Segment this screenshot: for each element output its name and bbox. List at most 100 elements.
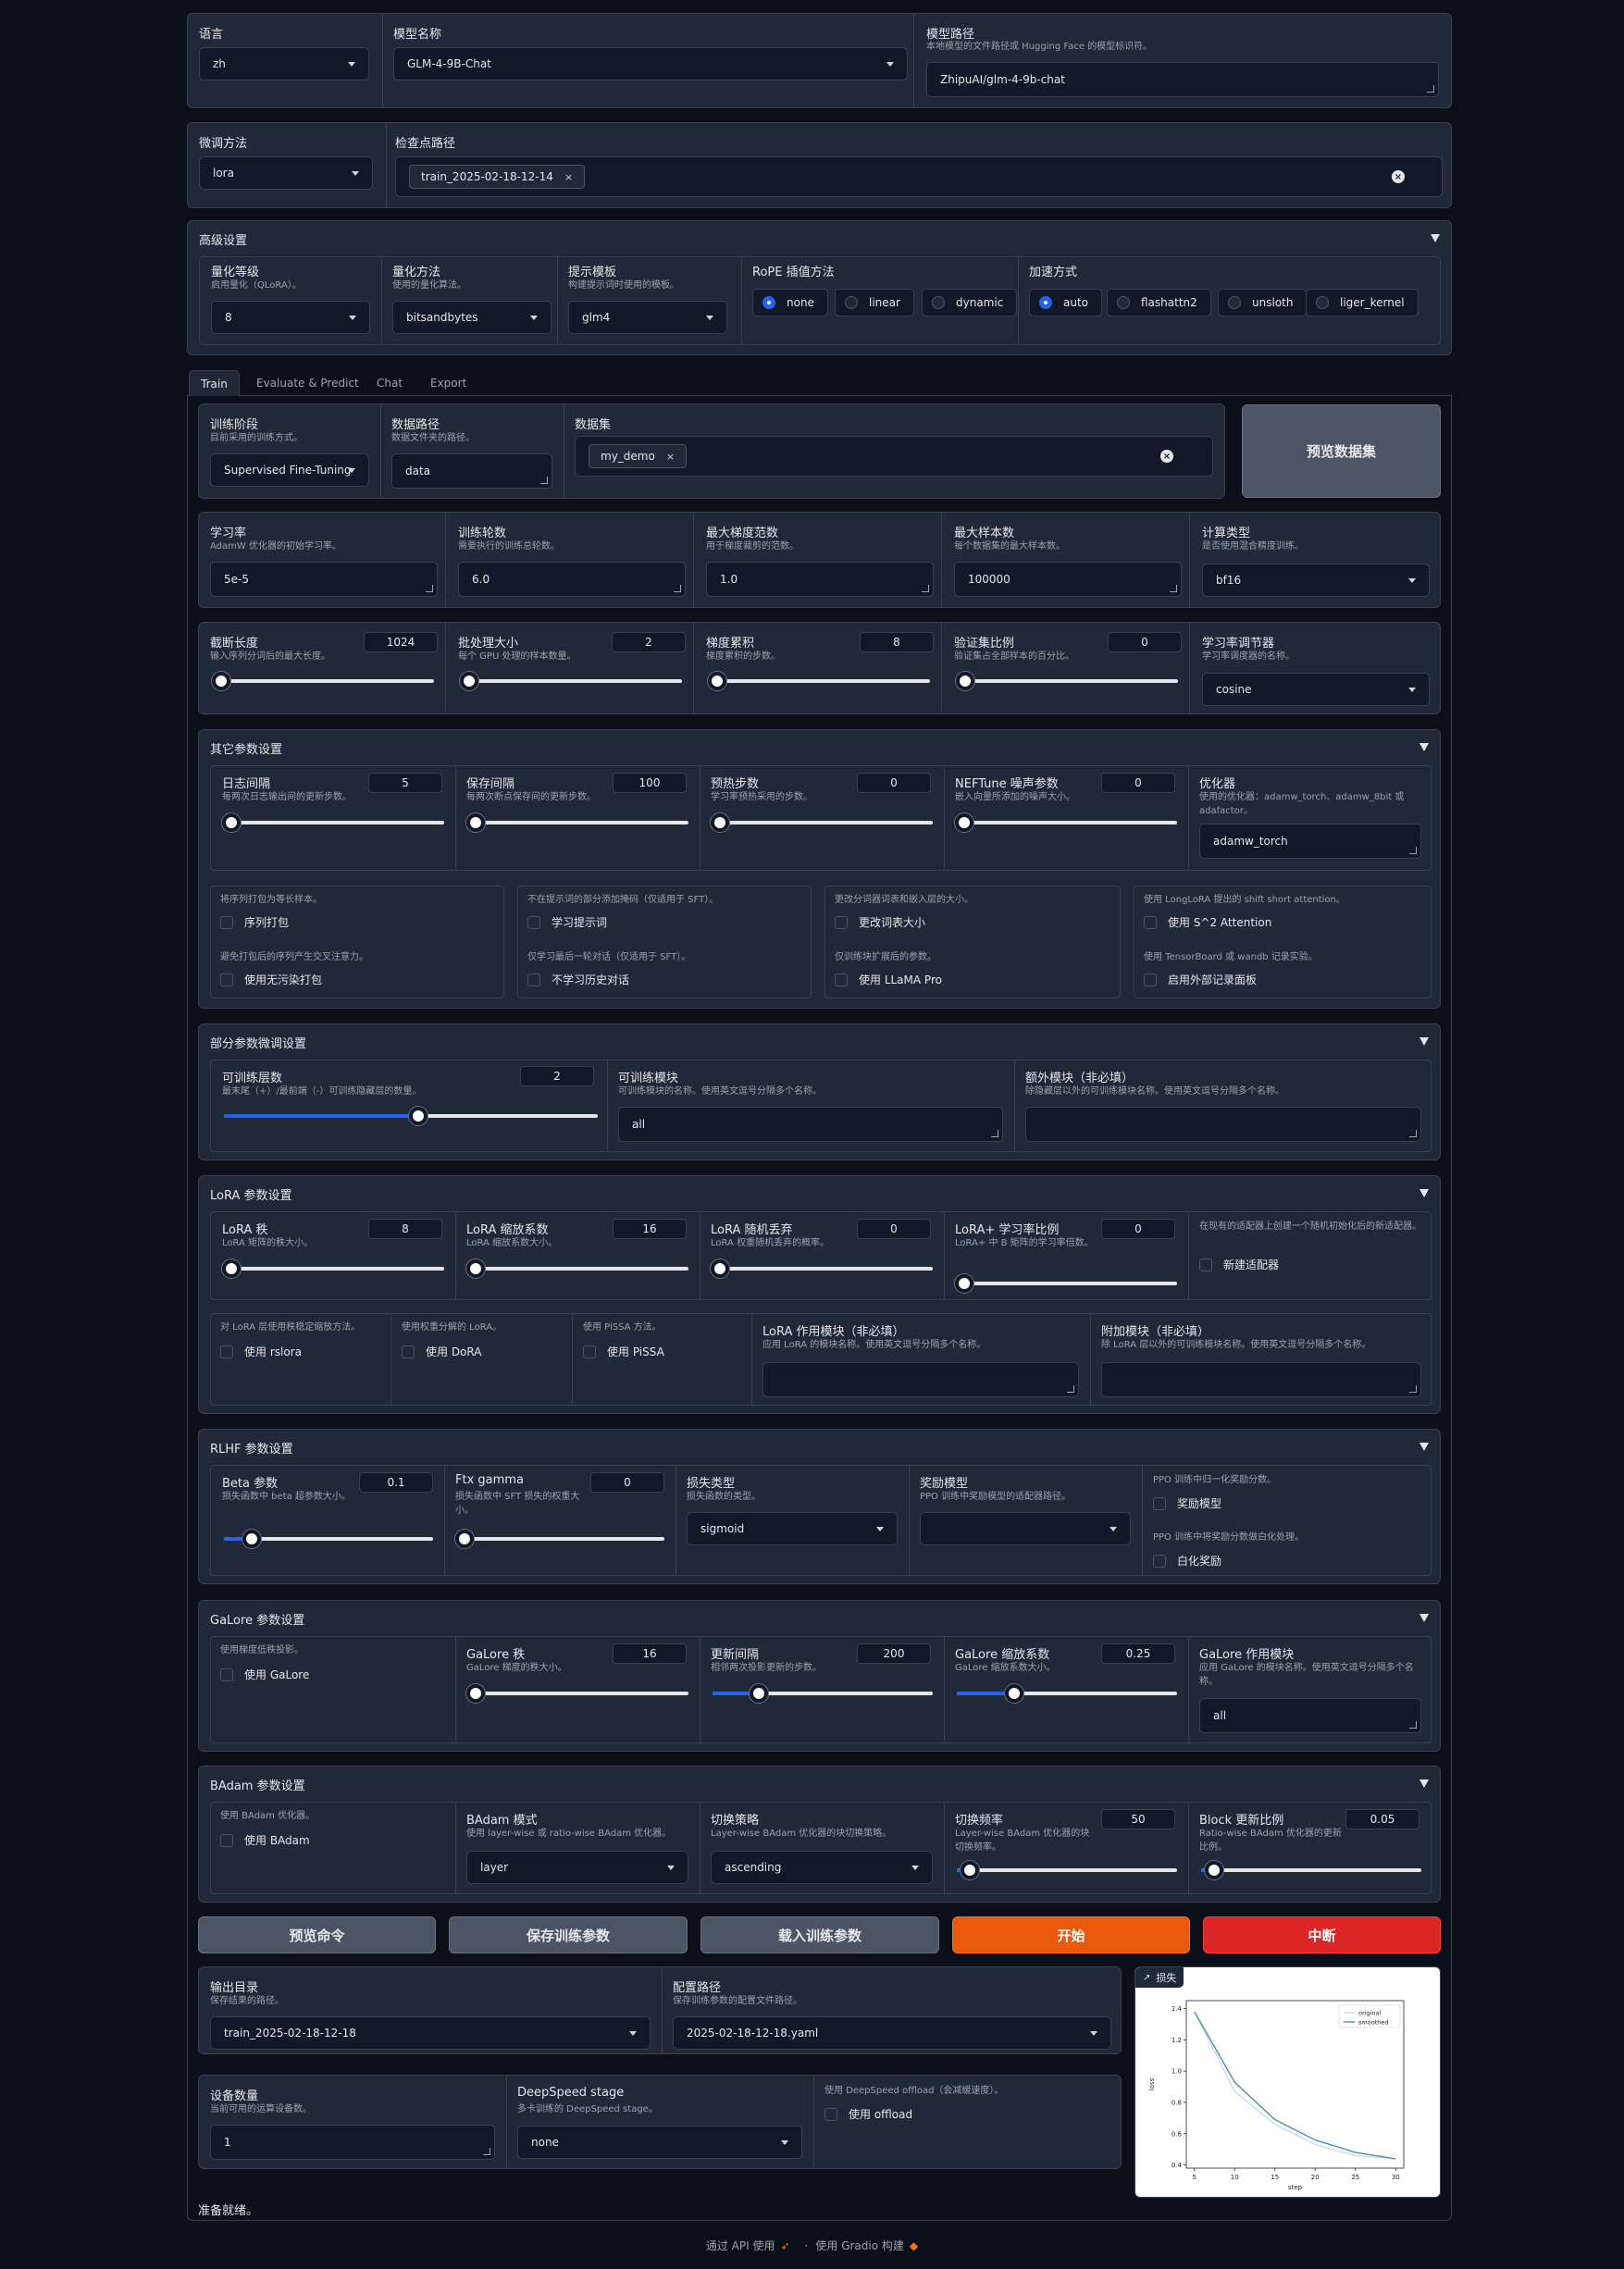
beta-number[interactable]: 0.1 xyxy=(359,1472,433,1493)
packing-checkbox[interactable]: 序列打包 xyxy=(220,914,289,930)
warmup-steps-thumb[interactable] xyxy=(711,813,729,832)
lora-dropout-number[interactable]: 0 xyxy=(857,1219,931,1239)
report-to-checkbox[interactable]: 启用外部记录面板 xyxy=(1144,972,1257,987)
booster-option-flashattn2[interactable]: flashattn2 xyxy=(1107,289,1211,316)
val-size-number[interactable]: 0 xyxy=(1108,632,1182,652)
neftune-track[interactable] xyxy=(957,821,1177,825)
max-grad-norm-input[interactable]: 1.0 xyxy=(706,562,934,597)
dora-checkbox[interactable]: 使用 DoRA xyxy=(402,1344,481,1359)
quant-method-select[interactable]: bitsandbytes xyxy=(392,301,552,334)
loss-type-select[interactable]: sigmoid xyxy=(687,1512,898,1545)
built-with-gradio-link[interactable]: 使用 Gradio 构建 xyxy=(815,2238,904,2253)
ds-stage-select[interactable]: none xyxy=(517,2126,802,2159)
model-name-select[interactable]: GLM-4-9B-Chat xyxy=(393,47,908,81)
ftx-track[interactable] xyxy=(457,1537,664,1541)
output-dir-select[interactable]: train_2025-02-18-12-18 xyxy=(210,2016,651,2050)
template-select[interactable]: glm4 xyxy=(568,301,727,334)
lora-dropout-track[interactable] xyxy=(713,1267,933,1271)
resize-vocab-checkbox[interactable]: 更改词表大小 xyxy=(835,914,925,930)
warmup-steps-track[interactable] xyxy=(713,821,933,825)
ds-offload-checkbox[interactable]: 使用 offload xyxy=(824,2106,912,2122)
badam-update-ratio-thumb[interactable] xyxy=(1205,1861,1223,1879)
remove-chip-icon[interactable]: × xyxy=(666,451,675,463)
new-adapter-checkbox[interactable]: 新建适配器 xyxy=(1199,1257,1279,1272)
grad-accum-thumb[interactable] xyxy=(708,672,726,690)
cutoff-len-number[interactable]: 1024 xyxy=(364,632,438,652)
collapse-icon[interactable] xyxy=(1419,1614,1429,1622)
ftx-thumb[interactable] xyxy=(455,1530,474,1548)
ftx-number[interactable]: 0 xyxy=(590,1472,664,1493)
model-path-input[interactable]: ZhipuAI/glm-4-9b-chat xyxy=(926,62,1439,97)
beta-thumb[interactable] xyxy=(242,1530,261,1548)
save-steps-track[interactable] xyxy=(468,821,688,825)
neat-packing-checkbox[interactable]: 使用无污染打包 xyxy=(220,972,322,987)
neftune-thumb[interactable] xyxy=(955,813,973,832)
freeze-layers-number[interactable]: 2 xyxy=(520,1066,594,1086)
checkpoint-chip[interactable]: train_2025-02-18-12-14 × xyxy=(409,165,586,189)
freeze-layers-thumb[interactable] xyxy=(409,1107,428,1125)
badam-switch-interval-track[interactable] xyxy=(957,1868,1177,1872)
cutoff-len-track[interactable] xyxy=(212,679,434,683)
language-select[interactable]: zh xyxy=(199,47,369,81)
lora-alpha-thumb[interactable] xyxy=(466,1259,485,1278)
booster-option-auto[interactable]: auto xyxy=(1029,289,1103,316)
lora-alpha-track[interactable] xyxy=(468,1267,688,1271)
remove-chip-icon[interactable]: × xyxy=(564,171,573,183)
badam-switch-mode-select[interactable]: ascending xyxy=(711,1851,933,1884)
config-path-select[interactable]: 2025-02-18-12-18.yaml xyxy=(673,2016,1111,2050)
max-samples-input[interactable]: 100000 xyxy=(954,562,1182,597)
lora-rank-track[interactable] xyxy=(224,1267,444,1271)
badam-switch-interval-thumb[interactable] xyxy=(961,1861,979,1879)
lora-rank-number[interactable]: 8 xyxy=(368,1219,442,1239)
clear-icon[interactable]: × xyxy=(1160,450,1173,463)
collapse-icon[interactable] xyxy=(1419,743,1429,751)
freeze-extra-input[interactable] xyxy=(1025,1107,1421,1142)
rope-option-dynamic[interactable]: dynamic xyxy=(922,289,1018,316)
freeze-modules-input[interactable]: all xyxy=(618,1107,1003,1142)
lora-target-input[interactable] xyxy=(762,1362,1079,1397)
use-galore-checkbox[interactable]: 使用 GaLore xyxy=(220,1667,309,1682)
badam-update-ratio-number[interactable]: 0.05 xyxy=(1345,1809,1419,1829)
rslora-checkbox[interactable]: 使用 rslora xyxy=(220,1344,302,1359)
start-button[interactable]: 开始 xyxy=(952,1916,1190,1953)
finetune-method-select[interactable]: lora xyxy=(199,156,373,190)
epochs-input[interactable]: 6.0 xyxy=(458,562,686,597)
grad-accum-number[interactable]: 8 xyxy=(860,632,934,652)
dataset-chip[interactable]: my_demo × xyxy=(589,444,688,468)
badam-update-ratio-track[interactable] xyxy=(1201,1868,1421,1872)
galore-rank-number[interactable]: 16 xyxy=(613,1643,687,1664)
batch-size-thumb[interactable] xyxy=(460,672,478,690)
badam-mode-select[interactable]: layer xyxy=(466,1851,688,1884)
tab-evaluate[interactable]: Evaluate & Predict xyxy=(245,370,370,396)
lora-rank-thumb[interactable] xyxy=(222,1259,241,1278)
cutoff-len-thumb[interactable] xyxy=(212,672,230,690)
badam-switch-interval-number[interactable]: 50 xyxy=(1101,1809,1175,1829)
dataset-multiselect[interactable]: my_demo × × xyxy=(575,436,1213,477)
optim-input[interactable]: adamw_torch xyxy=(1199,824,1421,859)
lr-input[interactable]: 5e-5 xyxy=(210,562,438,597)
clear-icon[interactable]: × xyxy=(1392,170,1405,183)
galore-update-thumb[interactable] xyxy=(750,1684,768,1703)
stop-button[interactable]: 中断 xyxy=(1203,1916,1441,1953)
collapse-icon[interactable] xyxy=(1419,1189,1429,1197)
collapse-icon[interactable] xyxy=(1419,1037,1429,1046)
tab-train[interactable]: Train xyxy=(189,370,240,396)
load-args-button[interactable]: 载入训练参数 xyxy=(700,1916,939,1953)
tab-chat[interactable]: Chat xyxy=(366,370,414,396)
llama-pro-checkbox[interactable]: 使用 LLaMA Pro xyxy=(835,972,942,987)
loraplus-number[interactable]: 0 xyxy=(1101,1219,1175,1239)
use-via-api-link[interactable]: 通过 API 使用 xyxy=(706,2238,775,2253)
shift-attn-checkbox[interactable]: 使用 S^2 Attention xyxy=(1144,914,1271,930)
logging-steps-track[interactable] xyxy=(224,821,444,825)
mask-history-checkbox[interactable]: 不学习历史对话 xyxy=(527,972,629,987)
booster-option-liger-kernel[interactable]: liger_kernel xyxy=(1306,289,1419,316)
stage-select[interactable]: Supervised Fine-Tuning xyxy=(210,453,369,487)
rope-option-none[interactable]: none xyxy=(752,289,828,316)
collapse-icon[interactable] xyxy=(1419,1779,1429,1788)
grad-accum-track[interactable] xyxy=(708,679,930,683)
train-on-prompt-checkbox[interactable]: 学习提示词 xyxy=(527,914,607,930)
neftune-number[interactable]: 0 xyxy=(1101,773,1175,793)
preview-dataset-button[interactable]: 预览数据集 xyxy=(1242,404,1441,498)
ppo-whiten-checkbox[interactable]: 白化奖励 xyxy=(1153,1553,1221,1568)
galore-rank-track[interactable] xyxy=(468,1692,688,1695)
